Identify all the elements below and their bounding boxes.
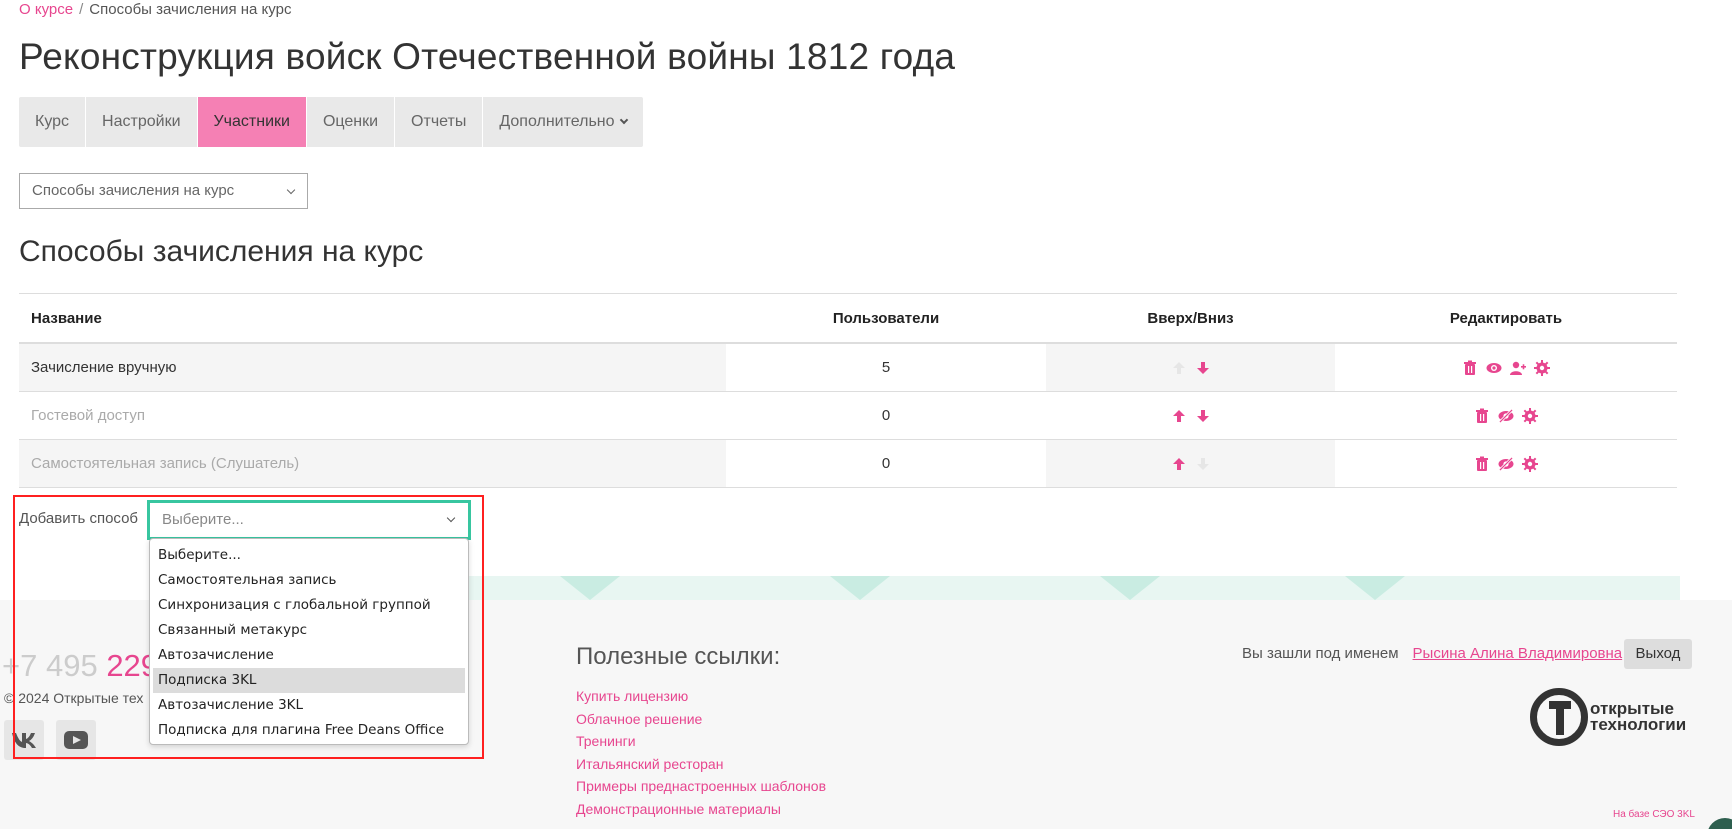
footer-decor-triangle [560,576,620,600]
logout-button[interactable]: Выход [1624,639,1692,669]
column-header-users: Пользователи [832,309,940,327]
footer-link[interactable]: Примеры преднастроенных шаблонов [576,778,826,801]
footer-decor-triangle [830,576,890,600]
useful-links-title: Полезные ссылки: [576,643,781,670]
participants-nav-select-value: Способы зачисления на курс [32,182,235,199]
tab-course[interactable]: Курс [19,97,87,147]
column-header-edit: Редактировать [1449,309,1563,327]
arrow-up-icon[interactable] [1171,456,1187,472]
user-plus-icon[interactable] [1510,360,1526,376]
chevron-down-icon [286,185,296,195]
table-header: Название Пользователи Вверх/Вниз Редакти… [19,294,1677,344]
footer-decor-triangle [1100,576,1160,600]
edit-cell [1335,344,1677,391]
eye-slash-icon[interactable] [1498,455,1514,472]
tab-settings[interactable]: Настройки [86,97,198,147]
tab-more-label: Дополнительно [499,113,615,130]
page-title: Реконструкция войск Отечественной войны … [19,36,956,77]
add-method-select[interactable]: Выберите... [147,500,471,540]
youtube-icon[interactable] [56,720,96,760]
eye-icon[interactable] [1486,360,1502,376]
dropdown-option[interactable]: Связанный метакурс [150,618,468,643]
footer-phone[interactable]: +7 495 229 [2,648,158,684]
table-row: Зачисление вручную 5 [19,344,1677,392]
tab-more[interactable]: Дополнительно [483,97,642,147]
breadcrumb-current: Способы зачисления на курс [89,1,292,18]
method-users: 5 [881,359,891,376]
company-logo: открытые технологии [1530,688,1686,746]
updown-cell [1046,344,1335,391]
arrow-down-icon[interactable] [1195,408,1211,424]
section-title: Способы зачисления на курс [19,235,424,268]
method-name: Зачисление вручную [19,344,726,391]
chevron-down-icon [619,115,628,125]
logo-mark-icon [1530,688,1588,746]
dropdown-option[interactable]: Автозачисление 3KL [150,693,468,718]
footer-link[interactable]: Облачное решение [576,711,826,734]
arrow-down-icon [1195,456,1211,472]
course-tabs: Курс Настройки Участники Оценки Отчеты Д… [19,97,643,147]
tab-reports[interactable]: Отчеты [395,97,484,147]
dropdown-option-highlighted[interactable]: Подписка 3KL [153,668,465,693]
column-header-name: Название [31,309,102,327]
edit-cell [1335,392,1677,439]
user-profile-link[interactable]: Рысина Алина Владимировна [1413,645,1623,662]
add-method-select-value: Выберите... [162,511,244,528]
tab-participants[interactable]: Участники [197,97,307,147]
arrow-up-icon [1171,360,1187,376]
arrow-up-icon[interactable] [1171,408,1187,424]
dropdown-option[interactable]: Выберите... [150,543,468,568]
logo-line-2: технологии [1590,715,1687,734]
arrow-down-icon[interactable] [1195,360,1211,376]
dropdown-option[interactable]: Автозачисление [150,643,468,668]
footer-copyright: © 2024 Открытые тех [4,690,144,706]
enrolment-methods-table: Название Пользователи Вверх/Вниз Редакти… [19,293,1677,488]
method-name: Самостоятельная запись (Слушатель) [19,440,726,487]
updown-cell [1046,392,1335,439]
eye-slash-icon[interactable] [1498,407,1514,424]
footer-link[interactable]: Итальянский ресторан [576,756,826,779]
footer-link[interactable]: Купить лицензию [576,688,826,711]
logo-text: открытые технологии [1590,700,1687,734]
dropdown-option[interactable]: Подписка для плагина Free Deans Office [150,718,468,743]
edit-cell [1335,440,1677,487]
trash-icon[interactable] [1474,408,1490,424]
useful-links: Купить лицензию Облачное решение Тренинг… [576,688,826,824]
phone-prefix: +7 495 [2,648,98,683]
footer-link[interactable]: Демонстрационные материалы [576,801,826,824]
table-row: Гостевой доступ 0 [19,392,1677,440]
gear-icon[interactable] [1522,455,1538,472]
breadcrumb-separator: / [79,1,84,18]
table-row: Самостоятельная запись (Слушатель) 0 [19,440,1677,488]
participants-nav-select[interactable]: Способы зачисления на курс [19,173,308,209]
tab-grades[interactable]: Оценки [307,97,396,147]
footer-link[interactable]: Тренинги [576,733,826,756]
login-text: Вы зашли под именем [1242,645,1399,662]
chevron-down-icon [446,513,456,523]
trash-icon[interactable] [1462,360,1478,376]
column-header-updown: Вверх/Вниз [1147,309,1234,327]
dropdown-option[interactable]: Синхронизация с глобальной группой [150,593,468,618]
add-method-label: Добавить способ [19,510,139,527]
vk-icon[interactable] [4,720,44,760]
footer-decor-triangle [1345,576,1405,600]
login-info: Вы зашли под именем Рысина Алина Владимир… [1242,645,1622,662]
updown-cell [1046,440,1335,487]
powered-by[interactable]: На базе СЭО 3KL [1613,809,1695,820]
method-users: 0 [881,407,891,424]
breadcrumb-link-about[interactable]: О курсе [19,1,73,18]
trash-icon[interactable] [1474,456,1490,472]
breadcrumb: О курсе / Способы зачисления на курс [19,1,291,18]
dropdown-option[interactable]: Самостоятельная запись [150,568,468,593]
method-users: 0 [881,455,891,472]
method-name: Гостевой доступ [31,407,145,424]
gear-icon[interactable] [1522,407,1538,424]
add-method-dropdown: Выберите... Самостоятельная запись Синхр… [149,538,469,745]
gear-icon[interactable] [1534,359,1550,376]
